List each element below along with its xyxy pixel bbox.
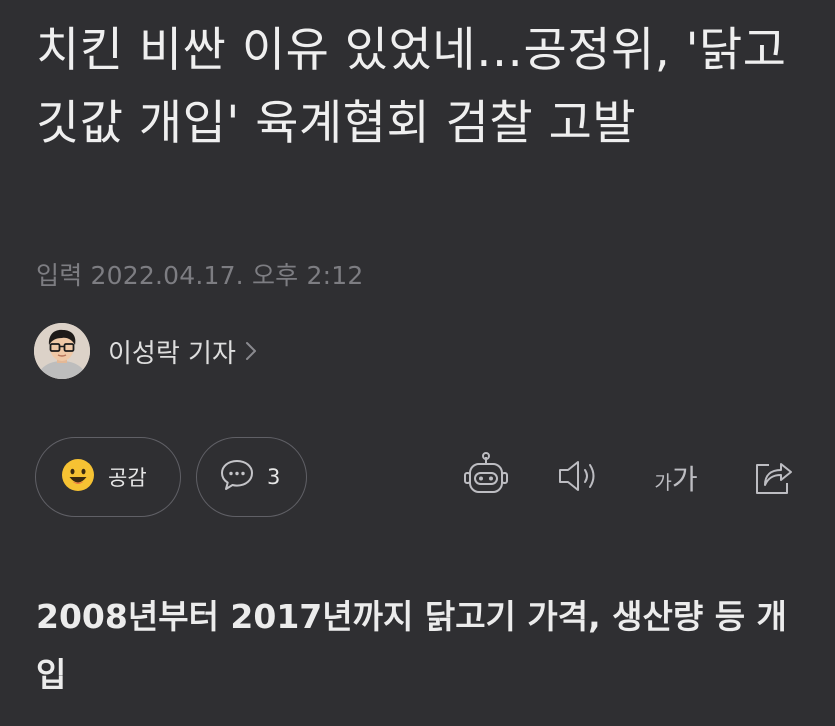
speaker-icon	[555, 456, 603, 500]
robot-icon	[460, 451, 512, 505]
chevron-right-icon	[244, 340, 258, 362]
summary-bot-button[interactable]	[458, 452, 514, 504]
author-name: 이성락 기자	[108, 338, 236, 369]
font-size-icon: 가 가	[654, 458, 697, 498]
like-label: 공감	[108, 466, 147, 490]
article-headline: 치킨 비싼 이유 있었네…공정위, '닭고깃값 개입' 육계협회 검찰 고발	[36, 23, 787, 151]
comment-count: 3	[267, 465, 281, 489]
like-button[interactable]: 공감	[35, 437, 181, 517]
share-button[interactable]	[748, 452, 798, 504]
publish-date: 입력 2022.04.17. 오후 2:12	[36, 261, 364, 290]
text-to-speech-button[interactable]	[554, 452, 604, 504]
author-avatar	[34, 323, 90, 379]
font-size-large-label: 가	[671, 463, 698, 496]
speech-bubble-icon	[219, 458, 255, 496]
share-icon	[751, 455, 795, 501]
article-subtitle: 2008년부터 2017년까지 닭고기 가격, 생산량 등 개입	[36, 597, 787, 694]
author-link[interactable]: 이성락 기자	[34, 322, 258, 380]
comment-button[interactable]: 3	[196, 437, 307, 517]
smile-emoji-icon	[60, 457, 96, 497]
font-size-small-label: 가	[654, 472, 672, 494]
font-size-button[interactable]: 가 가	[646, 452, 706, 504]
